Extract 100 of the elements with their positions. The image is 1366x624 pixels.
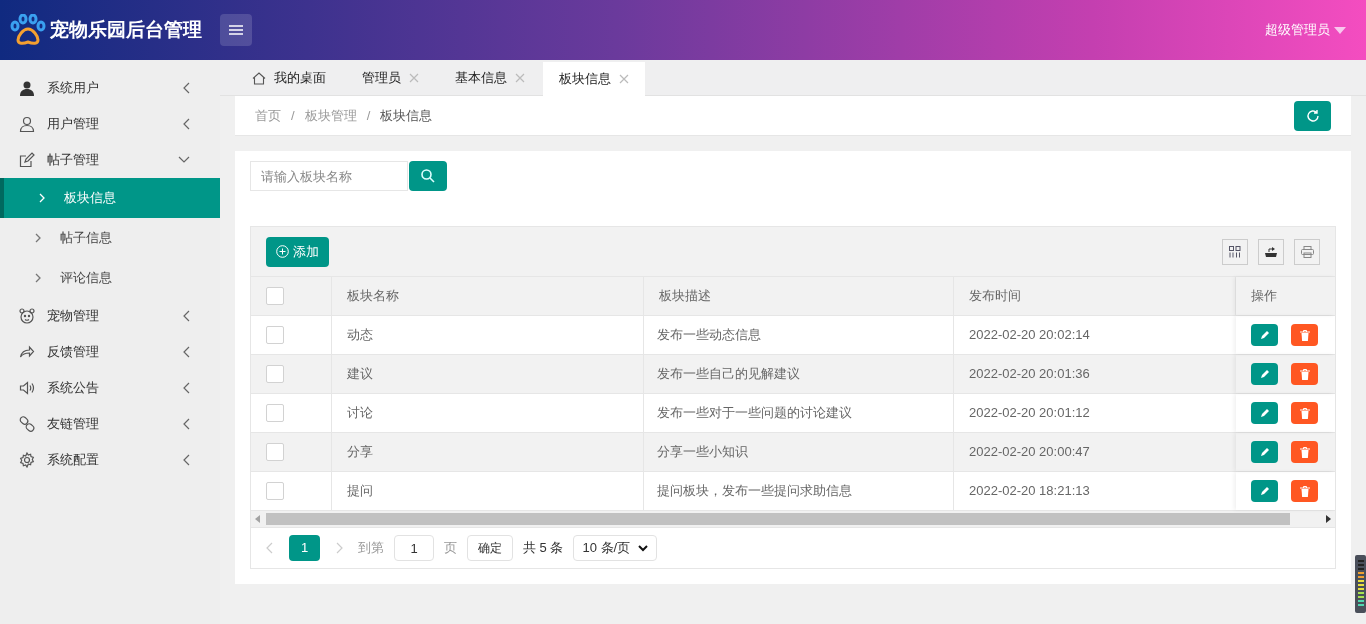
columns-filter-button[interactable] <box>1222 238 1248 265</box>
user-icon <box>19 116 35 132</box>
chevron-down-icon <box>178 156 190 164</box>
delete-button[interactable] <box>1291 480 1318 502</box>
select-all-checkbox[interactable] <box>266 287 284 305</box>
delete-button[interactable] <box>1291 402 1318 424</box>
table-cell-text: 2022-02-20 20:02:14 <box>969 326 1090 345</box>
export-icon <box>1264 245 1278 258</box>
table-cell-text: 发布一些动态信息 <box>657 326 761 345</box>
share-arrow-icon <box>19 344 35 360</box>
bear-icon <box>19 308 35 324</box>
breadcrumb-link[interactable]: 板块信息 <box>380 105 433 126</box>
edit-button[interactable] <box>1251 324 1278 346</box>
edit-icon <box>19 152 35 168</box>
page-tab[interactable]: 管理员 <box>344 61 437 95</box>
trash-icon <box>1299 368 1310 380</box>
edit-button[interactable] <box>1251 402 1278 424</box>
table-cell-text: 提问 <box>347 482 373 501</box>
chevron-right-icon <box>35 273 41 283</box>
chevron-right-icon <box>35 233 41 243</box>
delete-button[interactable] <box>1291 441 1318 463</box>
column-header: 板块描述 <box>659 287 711 306</box>
table-cell-text: 分享一些小知识 <box>657 443 748 462</box>
paw-logo-icon <box>10 14 46 46</box>
horizontal-scrollbar[interactable] <box>251 511 1335 528</box>
row-checkbox[interactable] <box>266 365 284 383</box>
edit-button[interactable] <box>1251 480 1278 502</box>
print-icon <box>1300 245 1314 258</box>
trash-icon <box>1299 329 1310 341</box>
sidebar-item[interactable]: 帖子管理 <box>0 142 220 178</box>
chevron-left-icon <box>182 454 190 466</box>
column-header: 发布时间 <box>969 287 1021 306</box>
sidebar-item[interactable]: 系统配置 <box>0 442 220 478</box>
sidebar-subitem[interactable]: 帖子信息 <box>0 218 220 258</box>
sidebar-item[interactable]: 宠物管理 <box>0 298 220 334</box>
chevron-left-icon <box>182 310 190 322</box>
sidebar-subitem[interactable]: 评论信息 <box>0 258 220 298</box>
table-cell-text: 提问板块，发布一些提问求助信息 <box>657 482 852 501</box>
edit-button[interactable] <box>1251 441 1278 463</box>
plus-circle-icon <box>276 245 289 258</box>
column-header: 板块名称 <box>347 287 399 306</box>
page-size-select[interactable]: 10 条/页 <box>573 535 658 561</box>
export-button[interactable] <box>1258 238 1284 265</box>
close-icon[interactable] <box>409 73 419 83</box>
scroll-left-icon <box>255 515 260 523</box>
sidebar-item[interactable]: 系统公告 <box>0 370 220 406</box>
chevron-left-icon <box>182 382 190 394</box>
page-input[interactable]: 1 <box>394 535 434 561</box>
close-icon[interactable] <box>515 73 525 83</box>
table-cell-text: 动态 <box>347 326 373 345</box>
sidebar-item[interactable]: 友链管理 <box>0 406 220 442</box>
chevron-left-icon <box>182 346 190 358</box>
table-cell-text: 建议 <box>347 365 373 384</box>
trash-icon <box>1299 485 1310 497</box>
add-button[interactable]: 添加 <box>266 236 329 267</box>
print-button[interactable] <box>1294 238 1320 265</box>
table-cell-text: 讨论 <box>347 404 373 423</box>
table-cell-text: 2022-02-20 20:01:36 <box>969 365 1090 384</box>
pencil-icon <box>1259 330 1270 340</box>
pencil-icon <box>1259 408 1270 418</box>
search-icon <box>421 169 435 183</box>
sidebar-subitem[interactable]: 板块信息 <box>0 178 220 218</box>
row-checkbox[interactable] <box>266 482 284 500</box>
row-checkbox[interactable] <box>266 404 284 422</box>
breadcrumb-separator: / <box>291 106 295 125</box>
refresh-button[interactable] <box>1294 100 1331 131</box>
link-icon <box>19 416 35 432</box>
goto-label: 到第 <box>358 539 384 558</box>
pencil-icon <box>1259 486 1270 496</box>
sidebar-item[interactable]: 反馈管理 <box>0 334 220 370</box>
page-tab[interactable]: 基本信息 <box>437 61 543 95</box>
table-cell-text: 发布一些对于一些问题的讨论建议 <box>657 404 852 423</box>
user-icon <box>19 80 35 96</box>
table-cell-text: 2022-02-20 18:21:13 <box>969 482 1090 501</box>
delete-button[interactable] <box>1291 324 1318 346</box>
search-button[interactable] <box>409 161 447 191</box>
menu-toggle-button[interactable] <box>220 14 252 46</box>
menu-icon <box>229 25 243 35</box>
page-label: 页 <box>444 539 457 558</box>
page-tab[interactable]: 板块信息 <box>543 62 645 96</box>
sidebar-item[interactable]: 用户管理 <box>0 106 220 142</box>
search-field[interactable]: 请输入板块名称 <box>250 161 408 191</box>
sidebar-item[interactable]: 系统用户 <box>0 70 220 106</box>
table-cell-text: 2022-02-20 20:01:12 <box>969 404 1090 423</box>
row-checkbox[interactable] <box>266 443 284 461</box>
table-cell-text: 分享 <box>347 443 373 462</box>
breadcrumb-separator: / <box>366 106 371 125</box>
total-count: 共 5 条 <box>523 539 564 558</box>
page-tab[interactable]: 我的桌面 <box>234 61 344 95</box>
page-number-button[interactable]: 1 <box>289 535 320 561</box>
pencil-icon <box>1259 369 1270 379</box>
chevron-left-icon <box>182 82 190 94</box>
close-icon[interactable] <box>619 74 629 84</box>
delete-button[interactable] <box>1291 363 1318 385</box>
edit-button[interactable] <box>1251 363 1278 385</box>
trash-icon <box>1299 407 1310 419</box>
table-cell-text: 2022-02-20 20:00:47 <box>969 443 1090 462</box>
trash-icon <box>1299 446 1310 458</box>
confirm-button[interactable]: 确定 <box>467 535 513 561</box>
row-checkbox[interactable] <box>266 326 284 344</box>
